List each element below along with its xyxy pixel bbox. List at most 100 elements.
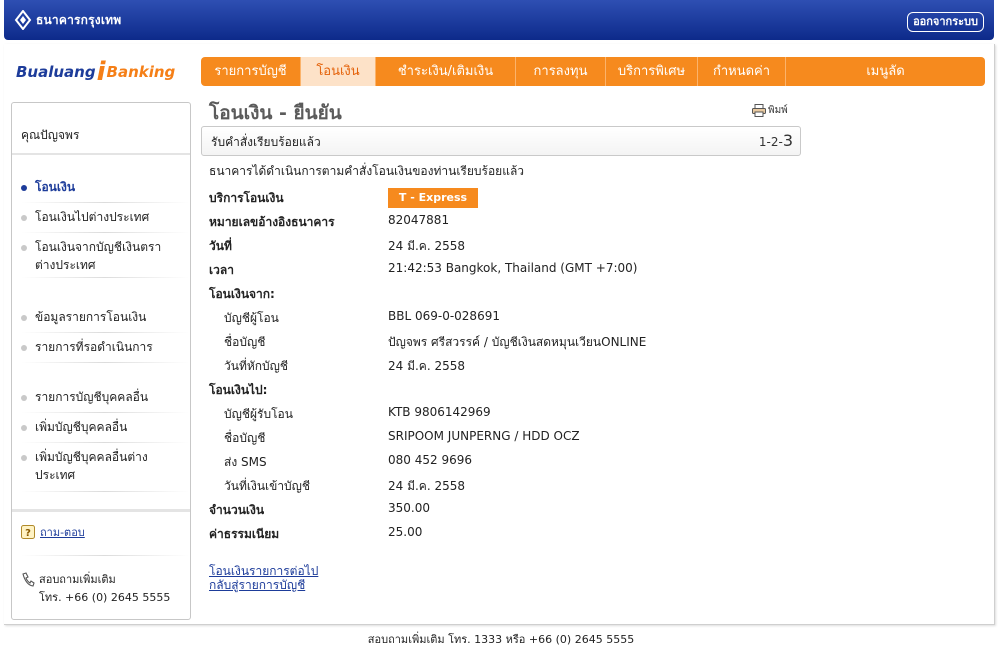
- to-heading: โอนเงินไป:: [209, 383, 268, 397]
- contact-line-1: สอบถามเพิ่มเติม: [39, 573, 116, 586]
- sidebar-divider: [21, 277, 189, 278]
- credit-date-value: 24 มี.ค. 2558: [388, 479, 466, 493]
- bullet-icon: [21, 215, 27, 221]
- sidebar-item-label: เพิ่มบัญชีบุคคลอื่น: [35, 420, 128, 434]
- faq-label: ถาม-ตอบ: [40, 526, 85, 539]
- sidebar-divider: [21, 555, 189, 556]
- sidebar-item-label: รายการที่รอดำเนินการ: [35, 340, 153, 354]
- debit-date-label: วันที่หักบัญชี: [224, 359, 289, 373]
- sidebar-item-label: โอนเงิน: [35, 180, 76, 194]
- sidebar-divider: [21, 332, 189, 333]
- fee-label: ค่าธรรมเนียม: [209, 527, 280, 541]
- bullet-icon: [21, 455, 27, 461]
- debit-date-value: 24 มี.ค. 2558: [388, 359, 466, 373]
- step-indicator: 1-2-3: [759, 131, 793, 150]
- bullet-icon: [21, 345, 27, 351]
- sidebar-item-fcd-transfer[interactable]: โอนเงินจากบัญชีเงินตราต่างประเทศ: [21, 238, 171, 274]
- sidebar-divider: [12, 153, 190, 155]
- brand-part2: Banking: [106, 63, 176, 81]
- status-text: รับคำสั่งเรียบร้อยแล้ว: [211, 135, 321, 149]
- to-name-label: ชื่อบัญชี: [224, 431, 266, 445]
- sidebar-item-label: รายการบัญชีบุคคลอื่น: [35, 390, 149, 404]
- service-label: บริการโอนเงิน: [209, 191, 284, 205]
- sidebar-divider: [21, 491, 189, 492]
- from-account-value: BBL 069-0-028691: [388, 309, 500, 323]
- bullet-icon: [21, 185, 27, 191]
- date-value: 24 มี.ค. 2558: [388, 239, 466, 253]
- sidebar: คุณปัญจพร โอนเงิน โอนเงินไปต่างประเทศ โอ…: [11, 102, 191, 620]
- sidebar-item-label: เพิ่มบัญชีบุคคลอื่นต่างประเทศ: [35, 450, 148, 482]
- logout-button[interactable]: ออกจากระบบ: [907, 12, 984, 32]
- brand-part1: Bualuang: [16, 63, 96, 81]
- sidebar-item-international-transfer[interactable]: โอนเงินไปต่างประเทศ: [21, 208, 181, 226]
- contact-line-2: โทร. +66 (0) 2645 5555: [39, 591, 171, 604]
- from-account-label: บัญชีผู้โอน: [224, 311, 279, 325]
- sidebar-divider: [21, 412, 189, 413]
- nav-item-transfer[interactable]: โอนเงิน: [301, 57, 376, 86]
- sidebar-item-add-third-party[interactable]: เพิ่มบัญชีบุคคลอื่น: [21, 418, 181, 436]
- sidebar-user-name: คุณปัญจพร: [21, 128, 80, 142]
- sidebar-item-add-international-third-party[interactable]: เพิ่มบัญชีบุคคลอื่นต่างประเทศ: [21, 448, 171, 484]
- brand-i: i: [96, 57, 106, 87]
- sidebar-item-label: ข้อมูลรายการโอนเงิน: [35, 310, 147, 324]
- confirmation-message: ธนาคารได้ดำเนินการตามคำสั่งโอนเงินของท่า…: [209, 164, 525, 178]
- bullet-icon: [21, 245, 27, 251]
- sidebar-divider: [21, 442, 189, 443]
- sidebar-divider: [21, 232, 189, 233]
- service-badge: T - Express: [388, 188, 478, 208]
- bullet-icon: [21, 395, 27, 401]
- print-label: พิมพ์: [768, 105, 788, 116]
- nav-item-accounts[interactable]: รายการบัญชี: [201, 57, 301, 86]
- nav-item-investment[interactable]: การลงทุน: [516, 57, 606, 86]
- printer-icon: [752, 104, 766, 117]
- sidebar-item-label: โอนเงินไปต่างประเทศ: [35, 210, 150, 224]
- sidebar-item-third-party-list[interactable]: รายการบัญชีบุคคลอื่น: [21, 388, 181, 406]
- nav-item-shortcut-menu[interactable]: เมนูลัด: [786, 57, 985, 86]
- from-name-label: ชื่อบัญชี: [224, 335, 266, 349]
- sidebar-item-pending[interactable]: รายการที่รอดำเนินการ: [21, 338, 181, 356]
- nav-item-payment[interactable]: ชำระเงิน/เติมเงิน: [376, 57, 516, 86]
- help-icon: ?: [21, 525, 35, 539]
- sidebar-divider: [21, 202, 189, 203]
- date-label: วันที่: [209, 239, 232, 253]
- reference-value: 82047881: [388, 213, 450, 227]
- from-name-value: ปัญจพร ศรีสวรรค์ / บัญชีเงินสดหมุนเวียนO…: [388, 335, 647, 349]
- steps-current: 3: [782, 131, 793, 150]
- to-name-value: SRIPOOM JUNPERNG / HDD OCZ: [388, 429, 580, 443]
- steps-prefix: 1-2-: [758, 135, 783, 149]
- sidebar-item-transfer-history[interactable]: ข้อมูลรายการโอนเงิน: [21, 308, 181, 326]
- status-box: รับคำสั่งเรียบร้อยแล้ว 1-2-3: [201, 126, 801, 156]
- to-account-label: บัญชีผู้รับโอน: [224, 407, 293, 421]
- sidebar-item-label: โอนเงินจากบัญชีเงินตราต่างประเทศ: [35, 240, 162, 272]
- fee-value: 25.00: [388, 525, 423, 539]
- top-header-bar: ธนาคารกรุงเทพ ออกจากระบบ: [4, 0, 994, 40]
- sms-label: ส่ง SMS: [224, 455, 267, 469]
- nav-item-special-services[interactable]: บริการพิเศษ: [606, 57, 698, 86]
- sidebar-item-transfer[interactable]: โอนเงิน: [21, 178, 181, 196]
- bank-name: ธนาคารกรุงเทพ: [36, 12, 122, 27]
- bank-logo: ธนาคารกรุงเทพ: [14, 10, 121, 30]
- reference-label: หมายเลขอ้างอิงธนาคาร: [209, 215, 335, 229]
- main-nav: รายการบัญชี โอนเงิน ชำระเงิน/เติมเงิน กา…: [201, 57, 985, 86]
- bullet-icon: [21, 425, 27, 431]
- credit-date-label: วันที่เงินเข้าบัญชี: [224, 479, 311, 493]
- from-heading: โอนเงินจาก:: [209, 287, 275, 301]
- sidebar-divider: [21, 362, 189, 363]
- svg-text:?: ?: [25, 528, 31, 539]
- page-title: โอนเงิน - ยืนยัน: [209, 102, 342, 124]
- back-to-accounts-link[interactable]: กลับสู่รายการบัญชี: [209, 576, 305, 595]
- time-label: เวลา: [209, 263, 234, 277]
- to-account-value: KTB 9806142969: [388, 405, 491, 419]
- amount-value: 350.00: [388, 501, 430, 515]
- lotus-logo-icon: [14, 10, 32, 30]
- faq-link[interactable]: ? ถาม-ตอบ: [21, 523, 85, 541]
- amount-label: จำนวนเงิน: [209, 503, 265, 517]
- footer-contact: สอบถามเพิ่มเติม โทร. 1333 หรือ +66 (0) 2…: [367, 633, 635, 646]
- time-value: 21:42:53 Bangkok, Thailand (GMT +7:00): [388, 261, 638, 275]
- sidebar-contact: สอบถามเพิ่มเติม โทร. +66 (0) 2645 5555: [21, 570, 170, 606]
- print-button[interactable]: พิมพ์: [752, 103, 788, 118]
- sms-value: 080 452 9696: [388, 453, 472, 467]
- bullet-icon: [21, 315, 27, 321]
- sidebar-section-band: [12, 509, 190, 512]
- nav-item-settings[interactable]: กำหนดค่า: [698, 57, 786, 86]
